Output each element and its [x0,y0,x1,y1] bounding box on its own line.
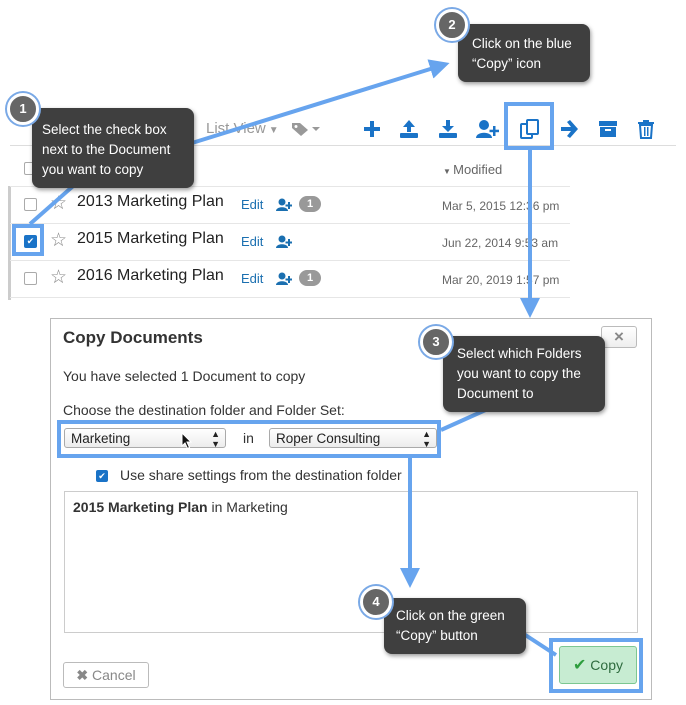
callout-4: Click on the green “Copy” button [384,598,526,654]
step-2-badge: 2 [436,9,468,41]
callout-2: Click on the blue “Copy” icon [458,24,590,82]
step-1-badge: 1 [7,93,39,125]
callout-1: Select the check box next to the Documen… [32,108,194,188]
step-4-badge: 4 [360,586,392,618]
arrow-2 [191,59,450,145]
callout-3: Select which Folders you want to copy th… [443,336,605,412]
step-3-badge: 3 [420,326,452,358]
